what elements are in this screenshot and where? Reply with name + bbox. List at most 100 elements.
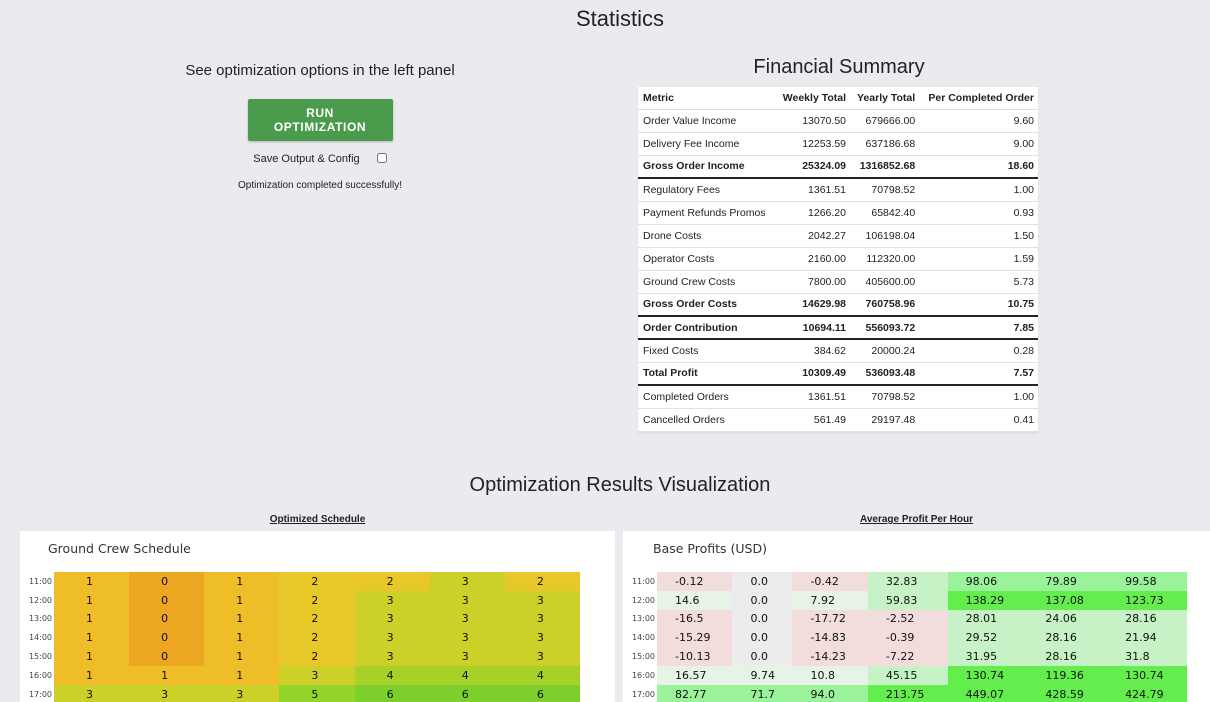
heatmap-cell: -16.5 xyxy=(657,609,733,629)
metric-name-cell: Gross Order Income xyxy=(638,155,776,179)
heatmap-cell: 137.08 xyxy=(1027,590,1108,610)
heatmap-cell: -0.12 xyxy=(657,572,733,591)
heatmap-cell: 1 xyxy=(129,665,205,685)
heatmap-cell: 32.83 xyxy=(867,572,948,591)
heatmap-cell: -7.22 xyxy=(867,647,948,666)
value-cell: 10309.49 xyxy=(775,362,850,386)
heatmap-cell: 9.74 xyxy=(732,665,793,685)
heatmap-cell: 16.57 xyxy=(657,665,733,685)
metric-name-cell: Gross Order Costs xyxy=(638,293,776,317)
heatmap-row: 17:00 3 3 3 5 6 6 6 xyxy=(20,684,580,702)
heatmap-cell: 213.75 xyxy=(867,684,948,702)
value-cell: 556093.72 xyxy=(850,316,920,340)
value-cell: 29197.48 xyxy=(850,408,920,432)
heatmap-cell: 130.74 xyxy=(947,665,1028,685)
heatmap-cell: 6 xyxy=(429,684,505,702)
table-row: Order Value Income 13070.50 679666.00 9.60 xyxy=(638,109,1038,133)
heatmap-cell: 28.01 xyxy=(947,609,1028,629)
value-cell: 112320.00 xyxy=(850,247,920,271)
value-cell: 20000.24 xyxy=(850,339,920,363)
heatmap-cell: 424.79 xyxy=(1107,684,1187,702)
heatmap-cell: 29.52 xyxy=(947,628,1028,648)
time-label: 13:00 xyxy=(20,609,54,629)
heatmap-cell: 2 xyxy=(279,647,355,666)
time-label: 15:00 xyxy=(623,647,657,666)
value-cell: 14629.98 xyxy=(775,293,850,317)
heatmap-cell: 1 xyxy=(204,609,280,629)
value-cell: 1.59 xyxy=(919,247,1038,271)
value-cell: 106198.04 xyxy=(850,224,920,248)
table-row: Ground Crew Costs 7800.00 405600.00 5.73 xyxy=(638,270,1038,294)
time-label: 14:00 xyxy=(623,628,657,648)
heatmap-cell: 7.92 xyxy=(792,590,868,610)
value-cell: 0.93 xyxy=(919,201,1038,225)
heatmap-cell: 6 xyxy=(504,684,580,702)
value-cell: 7.85 xyxy=(919,316,1038,340)
optimization-panel: See optimization options in the left pan… xyxy=(20,58,620,191)
time-label: 17:00 xyxy=(623,684,657,702)
metric-name-cell: Fixed Costs xyxy=(638,339,776,363)
heatmap-cell: 2 xyxy=(279,572,355,591)
heatmap-cell: 3 xyxy=(354,647,430,666)
table-row: Gross Order Costs 14629.98 760758.96 10.75 xyxy=(638,293,1038,317)
value-cell: 405600.00 xyxy=(850,270,920,294)
heatmap-row: 15:00 1 0 1 2 3 3 3 xyxy=(20,647,580,666)
table-row: Regulatory Fees 1361.51 70798.52 1.00 xyxy=(638,178,1038,202)
heatmap-cell: 24.06 xyxy=(1027,609,1108,629)
heatmap-row: 14:00 -15.29 0.0 -14.83 -0.39 29.52 28.16 21.94 xyxy=(623,628,1187,648)
column-header: Weekly Total xyxy=(775,87,850,110)
heatmap-cell: 2 xyxy=(504,572,580,591)
schedule-panel-label: Optimized Schedule xyxy=(269,514,366,525)
heatmap-cell: 1 xyxy=(204,647,280,666)
value-cell: 9.60 xyxy=(919,109,1038,133)
heatmap-cell: -2.52 xyxy=(867,609,948,629)
heatmap-cell: 3 xyxy=(129,684,205,702)
save-output-checkbox[interactable] xyxy=(376,153,387,163)
heatmap-cell: 3 xyxy=(354,590,430,610)
heatmap-row: 16:00 1 1 1 3 4 4 4 xyxy=(20,665,580,685)
heatmap-cell: 1 xyxy=(54,647,130,666)
heatmap-cell: 21.94 xyxy=(1107,628,1187,648)
column-header: Metric xyxy=(638,87,776,110)
optimization-heading: See optimization options in the left pan… xyxy=(185,62,455,79)
value-cell: 5.73 xyxy=(919,270,1038,294)
heatmap-cell: 71.7 xyxy=(732,684,793,702)
heatmap-cell: 449.07 xyxy=(947,684,1028,702)
value-cell: 7.57 xyxy=(919,362,1038,386)
time-label: 14:00 xyxy=(20,628,54,648)
table-row: Fixed Costs 384.62 20000.24 0.28 xyxy=(638,339,1038,363)
heatmap-cell: -17.72 xyxy=(792,609,868,629)
value-cell: 1266.20 xyxy=(775,201,850,225)
heatmap-cell: 79.89 xyxy=(1027,572,1108,591)
heatmap-cell: 1 xyxy=(204,590,280,610)
value-cell: 637186.68 xyxy=(850,132,920,156)
heatmap-cell: 94.0 xyxy=(792,684,868,702)
heatmap-cell: 6 xyxy=(354,684,430,702)
schedule-chart-title: Ground Crew Schedule xyxy=(48,541,191,556)
heatmap-cell: 119.36 xyxy=(1027,665,1108,685)
table-row: Drone Costs 2042.27 106198.04 1.50 xyxy=(638,224,1038,248)
heatmap-cell: 28.16 xyxy=(1027,647,1108,666)
heatmap-cell: 10.8 xyxy=(792,665,868,685)
value-cell: 1.00 xyxy=(919,178,1038,202)
metric-name-cell: Delivery Fee Income xyxy=(638,132,776,156)
heatmap-cell: 3 xyxy=(429,647,505,666)
heatmap-row: 11:00 1 0 1 2 2 3 2 xyxy=(20,572,580,591)
heatmap-cell: 3 xyxy=(429,628,505,648)
heatmap-cell: 4 xyxy=(429,665,505,685)
value-cell: 2160.00 xyxy=(775,247,850,271)
heatmap-cell: 3 xyxy=(504,609,580,629)
value-cell: 10.75 xyxy=(919,293,1038,317)
heatmap-row: 17:00 82.77 71.7 94.0 213.75 449.07 428.59 424.… xyxy=(623,684,1187,702)
heatmap-cell: 1 xyxy=(204,665,280,685)
heatmap-cell: 5 xyxy=(279,684,355,702)
value-cell: 679666.00 xyxy=(850,109,920,133)
heatmap-cell: 3 xyxy=(204,684,280,702)
heatmap-cell: 3 xyxy=(429,609,505,629)
heatmap-cell: -15.29 xyxy=(657,628,733,648)
heatmap-cell: -10.13 xyxy=(657,647,733,666)
run-optimization-button[interactable]: RUN OPTIMIZATION xyxy=(247,99,393,141)
heatmap-row: 16:00 16.57 9.74 10.8 45.15 130.74 119.36 130.7… xyxy=(623,665,1187,685)
value-cell: 9.00 xyxy=(919,132,1038,156)
metric-name-cell: Total Profit xyxy=(638,362,776,386)
